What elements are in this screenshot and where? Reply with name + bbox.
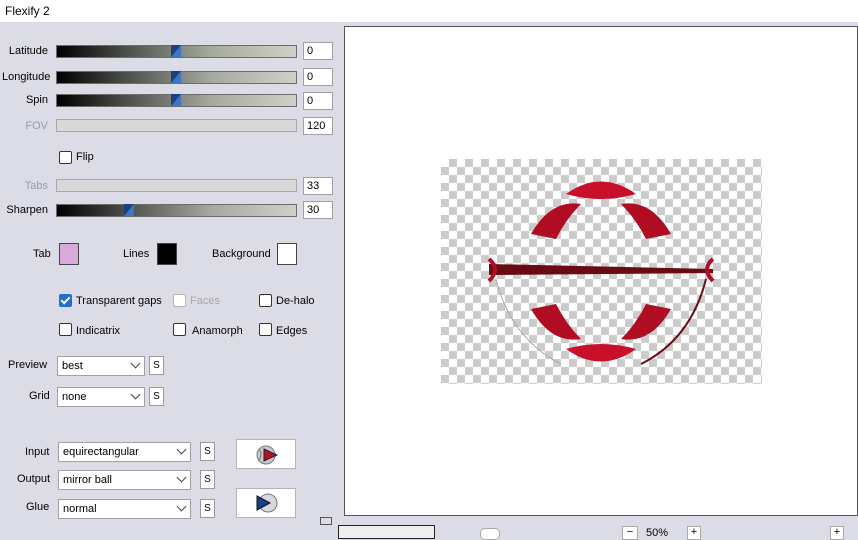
thumbnail-box[interactable] [338, 525, 435, 539]
slider-thumb[interactable] [171, 94, 181, 106]
glue-label: Glue [26, 501, 50, 513]
flip-label: Flip [76, 151, 94, 163]
lines-color-swatch[interactable] [157, 243, 177, 265]
edges-checkbox[interactable] [259, 323, 272, 336]
de-halo-label: De-halo [276, 295, 315, 307]
faces-label: Faces [190, 295, 220, 307]
glue-value: normal [63, 503, 97, 515]
indicatrix-label: Indicatrix [76, 325, 121, 337]
mirror-ball-artwork [487, 181, 715, 365]
preview-quality-label: Preview [8, 359, 48, 371]
fov-value: 120 [303, 117, 333, 135]
fov-slider [56, 119, 297, 132]
slider-thumb[interactable] [171, 71, 181, 83]
spin-label: Spin [25, 94, 48, 106]
output-projection-select[interactable]: mirror ball [58, 470, 191, 490]
chevron-down-icon [176, 501, 187, 512]
input-play-button[interactable] [236, 439, 296, 469]
transparent-gaps-checkbox[interactable] [59, 294, 72, 307]
globe-play-icon [256, 493, 278, 513]
tabs-value: 33 [303, 177, 333, 195]
grid-label: Grid [29, 390, 50, 402]
latitude-slider[interactable] [56, 45, 297, 58]
transparent-gaps-label: Transparent gaps [76, 295, 162, 307]
input-projection-value: equirectangular [63, 446, 139, 458]
chevron-down-icon [130, 358, 141, 369]
preview-image [441, 159, 762, 384]
spin-slider[interactable] [56, 94, 297, 107]
chevron-down-icon [130, 389, 141, 400]
slider-thumb[interactable] [124, 204, 134, 216]
background-color-label: Background [212, 248, 271, 260]
background-color-swatch[interactable] [277, 243, 297, 265]
sharpen-value[interactable]: 30 [303, 201, 333, 219]
slider-thumb[interactable] [171, 45, 181, 57]
preview-quality-value: best [62, 360, 83, 372]
spin-value[interactable]: 0 [303, 92, 333, 110]
tabs-slider [56, 179, 297, 192]
output-projection-value: mirror ball [63, 474, 112, 486]
longitude-label: Longitude [2, 71, 51, 83]
lines-color-label: Lines [123, 248, 150, 260]
anamorph-label: Anamorph [192, 325, 243, 337]
output-s-button[interactable]: S [200, 470, 215, 489]
tab-color-label: Tab [33, 248, 51, 260]
glue-select[interactable]: normal [58, 499, 191, 519]
fov-label: FOV [25, 120, 48, 132]
window-title: Flexify 2 [5, 4, 50, 18]
zoom-value: 50% [646, 527, 669, 539]
flip-checkbox[interactable] [59, 151, 72, 164]
title-bar: Flexify 2 [0, 0, 858, 22]
tabs-label: Tabs [24, 180, 48, 192]
sharpen-slider[interactable] [56, 204, 297, 217]
anamorph-checkbox[interactable] [173, 323, 186, 336]
chevron-down-icon [176, 472, 187, 483]
glue-s-button[interactable]: S [200, 499, 215, 518]
preview-s-button[interactable]: S [149, 356, 164, 375]
output-play-button[interactable] [236, 488, 296, 518]
latitude-label: Latitude [8, 45, 48, 57]
grid-select[interactable]: none [57, 387, 145, 407]
input-s-button[interactable]: S [200, 442, 215, 461]
preview-canvas[interactable] [344, 26, 858, 516]
longitude-slider[interactable] [56, 71, 297, 84]
toggle-icon[interactable] [480, 528, 500, 540]
longitude-value[interactable]: 0 [303, 68, 333, 86]
input-projection-select[interactable]: equirectangular [58, 442, 191, 462]
globe-play-icon [256, 445, 279, 465]
chevron-down-icon [176, 444, 187, 455]
edges-label: Edges [276, 325, 308, 337]
add-button[interactable]: + [830, 526, 844, 540]
tab-color-swatch[interactable] [59, 243, 79, 265]
zoom-in-button[interactable]: + [687, 526, 701, 540]
input-label: Input [25, 446, 50, 458]
de-halo-checkbox[interactable] [259, 294, 272, 307]
status-bar: − 50% + + [320, 516, 858, 540]
sharpen-label: Sharpen [6, 204, 48, 216]
latitude-value[interactable]: 0 [303, 42, 333, 60]
faces-checkbox [173, 294, 186, 307]
zoom-out-button[interactable]: − [622, 526, 638, 540]
grid-value: none [62, 391, 87, 403]
indicatrix-checkbox[interactable] [59, 323, 72, 336]
output-label: Output [17, 473, 51, 485]
grid-toggle-icon[interactable] [320, 517, 332, 525]
preview-quality-select[interactable]: best [57, 356, 145, 376]
grid-s-button[interactable]: S [149, 387, 164, 406]
